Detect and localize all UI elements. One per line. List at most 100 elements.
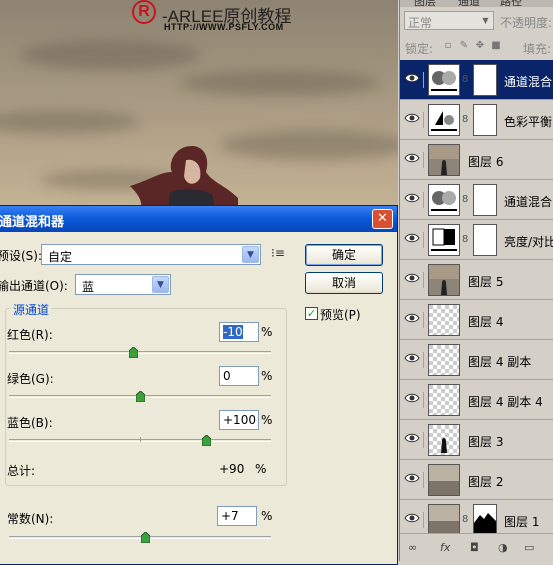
panel-footer: ∞ fx ◘ ◑ ▭	[400, 533, 553, 561]
red-label: 红色(R):	[7, 328, 53, 342]
green-slider-thumb[interactable]	[136, 391, 145, 402]
layer-name: 图层 4	[468, 315, 504, 329]
close-button[interactable]: ✕	[372, 209, 393, 229]
add-mask-icon[interactable]: ◘	[470, 541, 479, 554]
blue-value-text: +100	[223, 413, 256, 427]
layer-row[interactable]: 图层 2	[400, 460, 553, 500]
red-slider-track[interactable]	[9, 351, 271, 354]
green-value-input[interactable]: 0	[219, 366, 259, 386]
layer-row[interactable]: 图层 4 副本	[400, 340, 553, 380]
layer-name: 图层 4 副本	[468, 355, 532, 369]
layer-thumbnail	[428, 184, 460, 216]
dialog-titlebar[interactable]: 通道混和器 ✕	[0, 206, 397, 232]
layers-panel: 图层 通道 路径 正常 ▼ 不透明度: 锁定: ▫ ✎ ✥ ■ 填充: 8 通道混…	[399, 0, 553, 561]
output-channel-value: 蓝	[82, 280, 95, 294]
eye-icon[interactable]	[404, 392, 424, 408]
panel-tabs: 图层 通道 路径	[400, 0, 553, 7]
blend-mode-select[interactable]: 正常 ▼	[404, 11, 494, 30]
cancel-button[interactable]: 取消	[305, 272, 383, 294]
eye-icon[interactable]	[404, 352, 424, 368]
chain-link-icon[interactable]: 8	[462, 74, 468, 85]
adjustment-layer-icon[interactable]: ◑	[498, 541, 508, 554]
source-channels-legend: 源通道	[11, 301, 52, 318]
registered-logo-icon: R	[132, 0, 156, 24]
total-value: +90	[219, 462, 245, 476]
slider-center-tick	[140, 437, 141, 442]
blue-value-input[interactable]: +100	[219, 410, 259, 430]
layer-row[interactable]: 图层 4 副本 4	[400, 380, 553, 420]
opacity-label: 不透明度:	[500, 16, 553, 30]
layer-mask-thumbnail[interactable]	[473, 184, 497, 216]
layer-thumbnail	[428, 384, 460, 416]
constant-unit: %	[261, 509, 273, 523]
eye-icon[interactable]	[404, 152, 424, 168]
chain-link-icon[interactable]: 8	[462, 234, 468, 245]
layer-row[interactable]: 图层 6	[400, 140, 553, 180]
layer-mask-thumbnail[interactable]	[473, 104, 497, 136]
preview-label: 预览(P)	[320, 308, 361, 322]
eye-icon[interactable]	[404, 472, 424, 488]
layer-row[interactable]: 8 通道混合	[400, 180, 553, 220]
lock-brush-icon[interactable]: ✎	[458, 40, 470, 52]
output-channel-label: 输出通道(O):	[0, 279, 68, 293]
chain-link-icon[interactable]: 8	[462, 114, 468, 125]
layer-row[interactable]: 图层 3	[400, 420, 553, 460]
new-group-icon[interactable]: ▭	[524, 541, 534, 554]
lock-move-icon[interactable]: ✥	[474, 40, 486, 52]
blue-unit: %	[261, 413, 273, 427]
tab-paths[interactable]: 路径	[500, 0, 522, 7]
output-channel-select[interactable]: 蓝 ▼	[75, 274, 171, 295]
preset-select[interactable]: 自定 ▼	[41, 244, 261, 265]
layer-row[interactable]: 8 色彩平衡	[400, 100, 553, 140]
chain-link-icon[interactable]: 8	[462, 194, 468, 205]
layers-list: 8 通道混合 8 色彩平衡 图层 6 8 通道混合 8 亮度/对比 图层 5 图层 4 图层 4 副本…	[400, 60, 553, 540]
tab-layers[interactable]: 图层	[414, 0, 436, 7]
layer-row[interactable]: 图层 4	[400, 300, 553, 340]
eye-icon[interactable]	[404, 72, 424, 88]
eye-icon[interactable]	[404, 512, 424, 528]
blue-label: 蓝色(B):	[7, 416, 53, 430]
ok-button[interactable]: 确定	[305, 244, 383, 266]
chevron-down-icon: ▼	[482, 16, 489, 25]
chevron-down-icon: ▼	[242, 246, 259, 263]
constant-slider-thumb[interactable]	[140, 532, 150, 543]
link-layers-icon[interactable]: ∞	[408, 541, 417, 554]
constant-value-input[interactable]: +7	[217, 506, 257, 526]
preset-value: 自定	[48, 250, 73, 264]
close-icon: ✕	[377, 211, 388, 226]
lock-transparency-icon[interactable]: ▫	[442, 40, 454, 52]
layer-mask-thumbnail[interactable]	[473, 504, 497, 536]
eye-icon[interactable]	[404, 192, 424, 208]
eye-icon[interactable]	[404, 112, 424, 128]
eye-icon[interactable]	[404, 272, 424, 288]
layer-row[interactable]: 8 亮度/对比	[400, 220, 553, 260]
red-slider-thumb[interactable]	[129, 347, 139, 358]
lock-all-icon[interactable]: ■	[490, 40, 502, 52]
layer-thumbnail	[428, 464, 460, 496]
layer-mask-thumbnail[interactable]	[473, 224, 497, 256]
chevron-down-icon: ▼	[152, 276, 169, 293]
layer-row[interactable]: 图层 5	[400, 260, 553, 300]
cloud-shape	[180, 70, 380, 96]
eye-icon[interactable]	[404, 232, 424, 248]
layer-thumbnail	[428, 64, 460, 96]
eye-icon[interactable]	[404, 432, 424, 448]
layer-mask-thumbnail[interactable]	[473, 64, 497, 96]
layer-thumbnail	[428, 144, 460, 176]
red-unit: %	[261, 325, 273, 339]
layer-style-icon[interactable]: fx	[440, 541, 450, 554]
green-value-text: 0	[223, 369, 231, 383]
chain-link-icon[interactable]: 8	[462, 514, 468, 525]
eye-icon[interactable]	[404, 312, 424, 328]
red-value-input[interactable]: -10	[219, 322, 259, 342]
channel-mixer-dialog: 通道混和器 ✕ 预设(S): 自定 ▼ ⁝≡ 输出通道(O): 蓝 ▼ 确定 取…	[0, 205, 398, 565]
layer-row[interactable]: 8 通道混合	[400, 60, 553, 100]
preview-checkbox[interactable]: ✓	[305, 307, 318, 320]
tab-channels[interactable]: 通道	[458, 0, 480, 7]
total-unit: %	[255, 462, 267, 476]
layer-name: 图层 3	[468, 435, 504, 449]
preset-options-icon[interactable]: ⁝≡	[271, 246, 285, 260]
layer-name: 图层 6	[468, 155, 504, 169]
blue-slider-thumb[interactable]	[201, 435, 211, 446]
layer-thumbnail	[428, 424, 460, 456]
